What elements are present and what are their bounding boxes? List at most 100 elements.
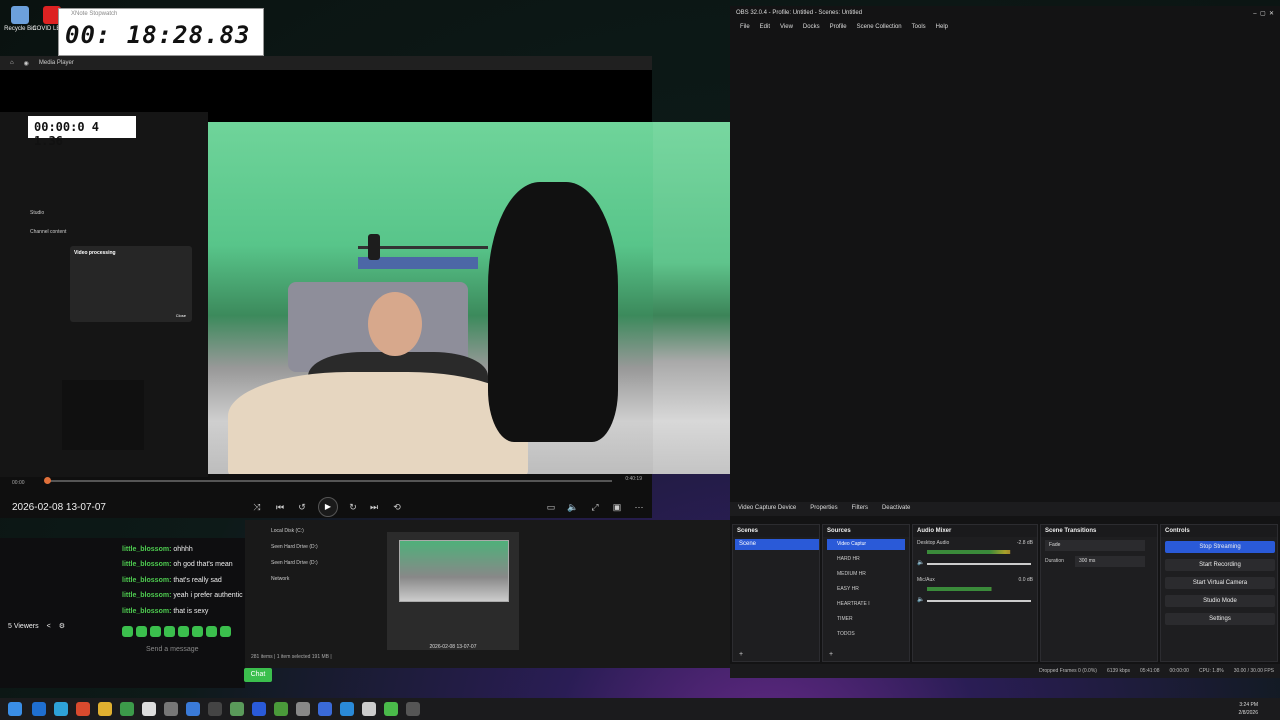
start-icon[interactable] [8,702,22,716]
seek-bar[interactable] [46,480,612,482]
chat-text: yeah i prefer authentic p [173,592,249,599]
menu-profile[interactable]: Profile [830,24,847,34]
app-icon[interactable] [230,702,244,716]
emote-icon[interactable] [136,626,147,637]
app-icon[interactable] [76,702,90,716]
miniplayer-icon[interactable]: ▭ [544,500,558,514]
mixer-channel-name: Mic/Aux [917,577,935,583]
mini-chat-preview [62,380,144,450]
emote-icon[interactable] [178,626,189,637]
menu-view[interactable]: View [780,24,793,34]
stop-streaming-button[interactable]: Stop Streaming [1165,541,1275,553]
filters-button[interactable]: Filters [852,505,868,513]
app-icon[interactable] [384,702,398,716]
tree-item-hard-drive[interactable]: Seen Hard Drive (D:) [271,560,318,566]
menu-tools[interactable]: Tools [912,24,926,34]
notepad-icon[interactable] [142,702,156,716]
menu-file[interactable]: File [740,24,750,34]
emote-bar[interactable] [122,626,231,637]
play-button[interactable]: ▶ [318,497,338,517]
chat-input[interactable]: Send a message [122,644,242,658]
transition-select[interactable]: Fade [1045,540,1145,551]
emote-icon[interactable] [122,626,133,637]
chat-send-button[interactable]: Chat [244,668,272,682]
menu-help[interactable]: Help [936,24,948,34]
tree-item-local-disk[interactable]: Local Disk (C:) [271,528,304,534]
recording-time: 00:00:00 [1169,668,1189,674]
app-icon[interactable] [274,702,288,716]
source-item[interactable]: MEDIUM HR [827,569,905,580]
media-player-controls: 00:00 0:40:19 2026-02-08 13-07-07 ⤨ ⏮ ↺ … [0,474,652,518]
source-item[interactable]: Video Captur [827,539,905,550]
file-thumbnail-card[interactable]: 2026-02-08 13-07-07 [387,532,519,650]
tree-item-hard-drive[interactable]: Seen Hard Drive (D:) [271,544,318,550]
app-icon[interactable] [32,702,46,716]
duration: 0:40:19 [625,476,642,482]
system-clock[interactable]: 3:24 PM 2/8/2026 [1239,701,1258,717]
obs-icon[interactable] [208,702,222,716]
menu-edit[interactable]: Edit [760,24,770,34]
seek-thumb[interactable] [44,477,51,484]
emote-icon[interactable] [164,626,175,637]
duration-input[interactable]: 300 ms [1075,556,1145,567]
dialog-close-button[interactable]: Close [176,313,186,318]
chrome-icon[interactable] [120,702,134,716]
app-icon[interactable] [296,702,310,716]
add-scene-icon[interactable]: + [739,651,743,658]
source-item[interactable]: TODOS [827,629,905,640]
speaker-icon[interactable]: 🔈 [917,559,924,566]
more-options-icon[interactable]: ⋯ [632,500,646,514]
app-icon[interactable] [186,702,200,716]
app-icon[interactable] [252,702,266,716]
speaker-icon[interactable]: 🔈 [917,596,924,603]
source-item[interactable]: EASY HR [827,584,905,595]
screen-capture-preview: 00:00:0 4 1.36 Studio Channel content Vi… [0,112,208,477]
settings-icon[interactable]: ⚙ [59,622,65,630]
obs-menu-bar: File Edit View Docks Profile Scene Colle… [730,22,1280,36]
viewer-count[interactable]: 5 Viewers < ⚙ [8,622,65,631]
start-virtual-camera-button[interactable]: Start Virtual Camera [1165,577,1275,589]
properties-button[interactable]: Properties [810,505,837,513]
menu-scene-collection[interactable]: Scene Collection [857,24,902,34]
edge-icon[interactable] [54,702,68,716]
source-item[interactable]: TIMER [827,614,905,625]
repeat-icon[interactable]: ⟲ [390,500,404,514]
obs-window[interactable]: OBS 32.0.4 - Profile: Untitled - Scenes:… [730,6,1280,678]
app-icon[interactable] [340,702,354,716]
emote-icon[interactable] [206,626,217,637]
source-item[interactable]: HARD HR [827,554,905,565]
menu-docks[interactable]: Docks [803,24,820,34]
volume-icon[interactable]: 🔈 [566,500,580,514]
next-icon[interactable]: ⏭ [367,500,381,514]
cast-icon[interactable]: ▣ [610,500,624,514]
vpn-icon[interactable] [318,702,332,716]
emote-icon[interactable] [220,626,231,637]
rewind-icon[interactable]: ↺ [295,500,309,514]
stopwatch-window[interactable]: XNote Stopwatch 00: 18:28.83 [58,8,264,56]
file-explorer-window[interactable]: Local Disk (C:) Seen Hard Drive (D:) See… [245,520,730,668]
share-icon[interactable]: < [47,623,51,630]
app-icon[interactable] [164,702,178,716]
emote-icon[interactable] [150,626,161,637]
file-explorer-icon[interactable] [98,702,112,716]
app-icon[interactable] [362,702,376,716]
media-player-taskbar-icon[interactable] [406,702,420,716]
volume-fader[interactable] [927,600,1031,602]
scene-item[interactable]: Scene [735,539,819,550]
add-source-icon[interactable]: + [829,651,833,658]
studio-mode-button[interactable]: Studio Mode [1165,595,1275,607]
previous-icon[interactable]: ⏮ [273,500,287,514]
tree-item-network[interactable]: Network [271,576,289,582]
obs-title: OBS 32.0.4 - Profile: Untitled - Scenes:… [736,10,863,16]
start-recording-button[interactable]: Start Recording [1165,559,1275,571]
fullscreen-icon[interactable]: ⤢ [588,500,602,514]
settings-button[interactable]: Settings [1165,613,1275,625]
emote-icon[interactable] [192,626,203,637]
source-item[interactable]: HEARTRATE I [827,599,905,610]
shuffle-icon[interactable]: ⤨ [250,500,264,514]
forward-icon[interactable]: ↻ [346,500,360,514]
window-controls[interactable]: – ▢ ✕ [1253,10,1274,18]
deactivate-button[interactable]: Deactivate [882,505,910,513]
home-icon[interactable]: ⌂ [10,60,14,66]
volume-fader[interactable] [927,563,1031,565]
